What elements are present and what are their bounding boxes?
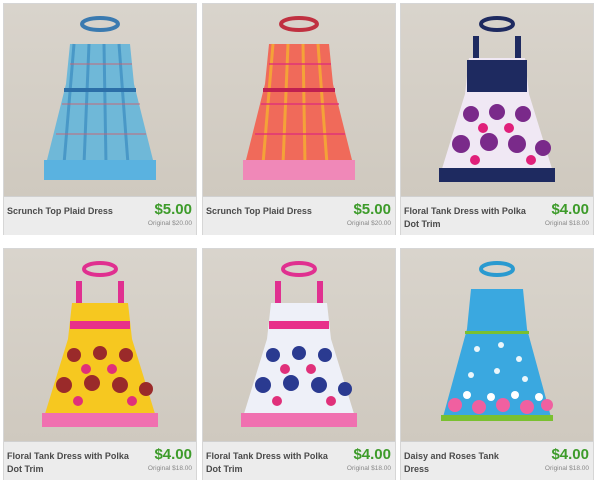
- product-card[interactable]: Scrunch Top Plaid Dress $5.00 Original $…: [202, 3, 396, 235]
- product-image[interactable]: [4, 249, 196, 441]
- product-info: Floral Tank Dress with Polka Dot Trim $4…: [203, 441, 395, 480]
- product-card[interactable]: Daisy and Roses Tank Dress $4.00 Origina…: [400, 248, 594, 480]
- product-info: Floral Tank Dress with Polka Dot Trim $4…: [4, 441, 196, 480]
- product-card[interactable]: Floral Tank Dress with Polka Dot Trim $4…: [202, 248, 396, 480]
- original-price: Original $18.00: [346, 465, 391, 472]
- product-image[interactable]: [4, 4, 196, 196]
- product-price: $4.00: [353, 446, 391, 463]
- product-card[interactable]: Scrunch Top Plaid Dress $5.00 Original $…: [3, 3, 197, 235]
- product-info: Scrunch Top Plaid Dress $5.00 Original $…: [4, 196, 196, 235]
- product-title[interactable]: Floral Tank Dress with Polka Dot Trim: [404, 205, 526, 231]
- product-info: Scrunch Top Plaid Dress $5.00 Original $…: [203, 196, 395, 235]
- product-card[interactable]: Floral Tank Dress with Polka Dot Trim $4…: [400, 3, 594, 235]
- product-image[interactable]: [401, 4, 593, 196]
- product-title[interactable]: Daisy and Roses Tank Dress: [404, 450, 526, 476]
- original-price: Original $18.00: [544, 465, 589, 472]
- product-price: $4.00: [154, 446, 192, 463]
- product-card[interactable]: Floral Tank Dress with Polka Dot Trim $4…: [3, 248, 197, 480]
- product-price: $5.00: [154, 201, 192, 218]
- product-title[interactable]: Floral Tank Dress with Polka Dot Trim: [206, 450, 328, 476]
- original-price: Original $20.00: [346, 220, 391, 227]
- product-title[interactable]: Floral Tank Dress with Polka Dot Trim: [7, 450, 129, 476]
- product-info: Daisy and Roses Tank Dress $4.00 Origina…: [401, 441, 593, 480]
- product-title[interactable]: Scrunch Top Plaid Dress: [7, 205, 129, 218]
- original-price: Original $18.00: [147, 465, 192, 472]
- product-price: $4.00: [551, 446, 589, 463]
- product-grid: Scrunch Top Plaid Dress $5.00 Original $…: [0, 0, 600, 483]
- original-price: Original $20.00: [147, 220, 192, 227]
- product-image[interactable]: [203, 4, 395, 196]
- product-price: $4.00: [551, 201, 589, 218]
- product-image[interactable]: [203, 249, 395, 441]
- product-title[interactable]: Scrunch Top Plaid Dress: [206, 205, 328, 218]
- product-info: Floral Tank Dress with Polka Dot Trim $4…: [401, 196, 593, 235]
- original-price: Original $18.00: [544, 220, 589, 227]
- product-price: $5.00: [353, 201, 391, 218]
- product-image[interactable]: [401, 249, 593, 441]
